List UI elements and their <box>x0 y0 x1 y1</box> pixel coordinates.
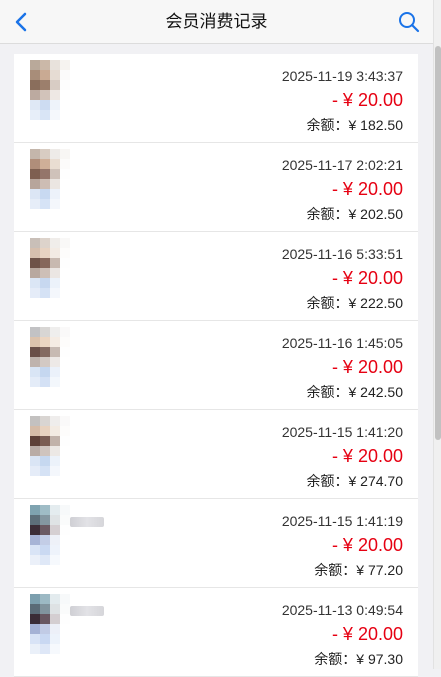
record-datetime: 2025-11-16 1:45:05 <box>281 335 403 351</box>
member-name-blurred <box>70 606 104 616</box>
nav-header: 会员消费记录 <box>0 0 433 44</box>
avatar <box>30 238 70 298</box>
record-datetime: 2025-11-19 3:43:37 <box>281 68 403 84</box>
avatar <box>30 416 70 476</box>
record-amount: - ¥ 20.00 <box>331 179 403 199</box>
avatar <box>30 60 70 120</box>
search-icon <box>399 12 420 33</box>
record-amount: - ¥ 20.00 <box>331 624 403 644</box>
record-datetime: 2025-11-15 1:41:19 <box>281 513 403 529</box>
record-balance: 余额：¥ 222.50 <box>306 295 404 311</box>
search-button[interactable] <box>397 10 421 34</box>
record-datetime: 2025-11-13 0:49:54 <box>281 602 403 618</box>
record-balance: 余额：¥ 97.30 <box>314 651 403 667</box>
record-row[interactable]: 2025-11-15 1:41:19 - ¥ 20.00 余额：¥ 77.20 <box>14 499 418 588</box>
avatar <box>30 327 70 387</box>
record-balance: 余额：¥ 274.70 <box>306 473 404 489</box>
record-row[interactable]: 2025-11-15 1:41:20 - ¥ 20.00 余额：¥ 274.70 <box>14 410 418 499</box>
record-row[interactable]: 2025-11-19 3:43:37 - ¥ 20.00 余额：¥ 182.50 <box>14 54 418 143</box>
record-row[interactable]: 2025-11-17 2:02:21 - ¥ 20.00 余额：¥ 202.50 <box>14 143 418 232</box>
record-balance: 余额：¥ 77.20 <box>314 562 403 578</box>
record-amount: - ¥ 20.00 <box>331 357 403 377</box>
record-balance: 余额：¥ 182.50 <box>306 117 404 133</box>
record-balance: 余额：¥ 202.50 <box>306 206 404 222</box>
avatar <box>30 594 70 654</box>
avatar <box>30 149 70 209</box>
record-amount: - ¥ 20.00 <box>331 90 403 110</box>
scrollbar-thumb[interactable] <box>435 46 441 440</box>
scrollbar[interactable] <box>433 0 441 669</box>
avatar <box>30 505 70 565</box>
member-name-blurred <box>70 517 104 527</box>
record-amount: - ¥ 20.00 <box>331 446 403 466</box>
record-row[interactable]: 2025-11-16 5:33:51 - ¥ 20.00 余额：¥ 222.50 <box>14 232 418 321</box>
record-row[interactable]: 2025-11-13 0:49:54 - ¥ 20.00 余额：¥ 97.30 <box>14 588 418 677</box>
record-balance: 余额：¥ 242.50 <box>306 384 404 400</box>
record-datetime: 2025-11-15 1:41:20 <box>281 424 403 440</box>
record-amount: - ¥ 20.00 <box>331 268 403 288</box>
record-datetime: 2025-11-16 5:33:51 <box>281 246 403 262</box>
record-row[interactable]: 2025-11-16 1:45:05 - ¥ 20.00 余额：¥ 242.50 <box>14 321 418 410</box>
record-amount: - ¥ 20.00 <box>331 535 403 555</box>
record-datetime: 2025-11-17 2:02:21 <box>281 157 403 173</box>
page-title: 会员消费记录 <box>165 12 268 31</box>
record-list: 2025-11-19 3:43:37 - ¥ 20.00 余额：¥ 182.50… <box>14 54 418 677</box>
